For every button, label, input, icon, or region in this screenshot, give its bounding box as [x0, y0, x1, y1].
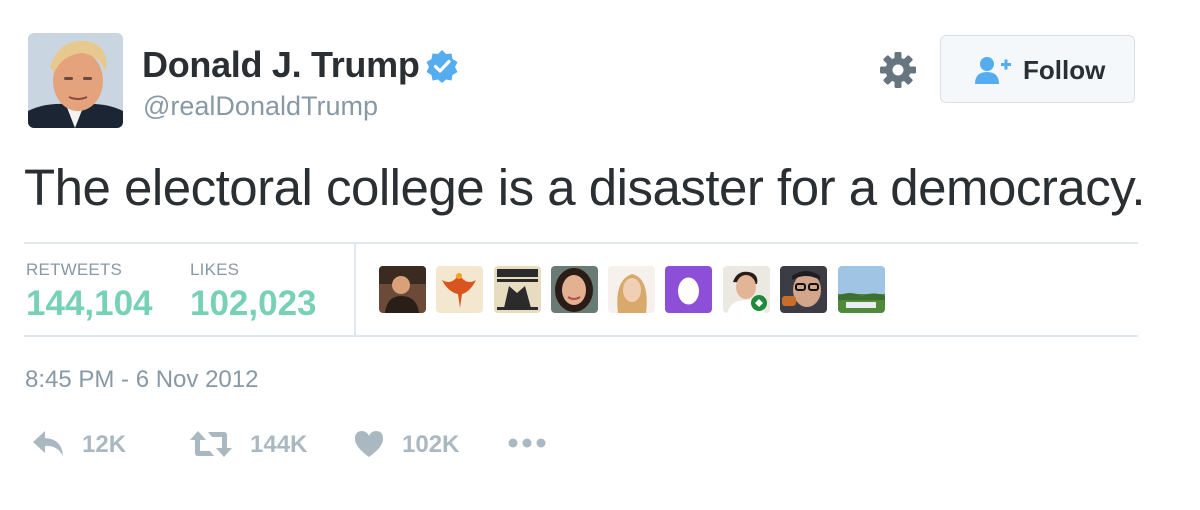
liker-avatar[interactable] — [494, 266, 541, 313]
avatar-man-badge-icon — [723, 266, 770, 313]
likes-label[interactable]: LIKES — [190, 260, 239, 280]
heart-icon[interactable] — [353, 429, 385, 459]
user-handle[interactable]: @realDonaldTrump — [143, 91, 378, 122]
retweet-count[interactable]: 144K — [250, 431, 307, 459]
retweets-label[interactable]: RETWEETS — [26, 260, 122, 280]
tweet-timestamp[interactable]: 8:45 PM - 6 Nov 2012 — [25, 366, 258, 394]
avatar-landscape-icon — [838, 266, 885, 313]
liker-avatar[interactable] — [838, 266, 885, 313]
gear-icon[interactable] — [879, 51, 917, 89]
liker-avatar[interactable] — [723, 266, 770, 313]
avatar-woman-blonde-icon — [608, 266, 655, 313]
avatar-default-egg-icon — [665, 266, 712, 313]
add-user-icon — [975, 57, 1011, 84]
divider — [24, 242, 1138, 244]
liker-avatar[interactable] — [379, 266, 426, 313]
like-count[interactable]: 102K — [402, 431, 459, 459]
reply-icon[interactable] — [31, 429, 65, 459]
verified-badge-icon — [426, 50, 458, 83]
retweet-icon[interactable] — [188, 429, 234, 459]
more-options-icon[interactable] — [508, 437, 546, 449]
avatar-person-icon — [379, 266, 426, 313]
stats-divider — [354, 244, 356, 336]
avatar-phoenix-icon — [436, 266, 483, 313]
tweet-text: The electoral college is a disaster for … — [24, 159, 1146, 216]
display-name[interactable]: Donald J. Trump — [142, 44, 420, 86]
profile-photo-icon — [28, 33, 123, 128]
avatar-wanted-poster-icon — [494, 266, 541, 313]
likes-count[interactable]: 102,023 — [190, 284, 317, 324]
avatar[interactable] — [28, 33, 123, 128]
liker-avatar[interactable] — [665, 266, 712, 313]
reply-count[interactable]: 12K — [82, 431, 126, 459]
retweets-count[interactable]: 144,104 — [26, 284, 153, 324]
liker-avatar[interactable] — [608, 266, 655, 313]
follow-button[interactable]: Follow — [940, 35, 1135, 103]
avatar-woman-icon — [551, 266, 598, 313]
liker-avatar[interactable] — [436, 266, 483, 313]
liker-avatar[interactable] — [780, 266, 827, 313]
liker-avatar[interactable] — [551, 266, 598, 313]
divider — [24, 335, 1138, 337]
follow-button-label: Follow — [1023, 55, 1106, 85]
avatar-man-glasses-icon — [780, 266, 827, 313]
